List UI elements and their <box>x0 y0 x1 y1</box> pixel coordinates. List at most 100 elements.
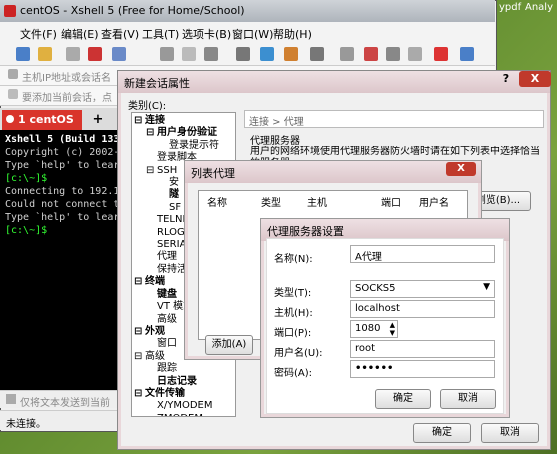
tree-item-label: 连接 <box>145 115 165 126</box>
column-header[interactable]: 用户名 <box>419 194 449 209</box>
terminal-line: Could not connect to <box>5 199 118 210</box>
username-field[interactable]: root <box>350 340 495 358</box>
tree-item-label: 用户身份验证 <box>157 127 217 139</box>
port-stepper[interactable]: 1080 ▲ ▼ <box>350 320 398 338</box>
proxy-ok-button[interactable]: 确定 <box>375 389 431 409</box>
close-button[interactable]: X <box>519 71 551 87</box>
xshell-titlebar[interactable]: centOS - Xshell 5 (Free for Home/School) <box>0 0 495 22</box>
bookmark-icon <box>8 89 18 99</box>
tree-item[interactable]: ⊟ 用户身份验证 <box>134 127 233 139</box>
list-close-button[interactable]: X <box>446 162 476 176</box>
paste-icon[interactable] <box>182 47 196 61</box>
password-field[interactable]: •••••• <box>350 360 495 378</box>
tree-item-label: 代理 <box>157 251 177 263</box>
host-label: 主机(H): <box>274 308 313 319</box>
tree-item[interactable]: 登录提示符 <box>134 140 233 152</box>
open-folder-icon[interactable] <box>38 47 52 61</box>
new-session-icon[interactable] <box>16 47 30 61</box>
list-dialog-title: 列表代理 <box>191 167 235 180</box>
tree-toggle-icon[interactable]: ⊟ <box>146 165 157 177</box>
tree-toggle-icon[interactable]: ⊟ <box>134 326 145 338</box>
print-icon[interactable] <box>236 47 250 61</box>
properties-icon[interactable] <box>112 47 126 61</box>
tree-item[interactable]: ZMODEM <box>134 413 233 416</box>
desktop-label: Analy <box>525 2 554 13</box>
menu-file[interactable]: 文件(F) <box>20 26 57 42</box>
tree-item-label: 高级 <box>157 313 177 325</box>
section-title: 代理服务器 <box>250 136 300 147</box>
tree-toggle-icon[interactable]: ⊟ <box>146 127 157 139</box>
tree-item[interactable]: 跟踪 <box>134 363 233 375</box>
globe-icon[interactable] <box>260 47 274 61</box>
layout-icon[interactable] <box>408 47 422 61</box>
toolbar <box>0 42 495 66</box>
compose-bar[interactable]: 仅将文本发送到当前选 <box>0 390 118 424</box>
menu-tabs[interactable]: 选项卡(B) <box>182 26 231 42</box>
menu-view[interactable]: 查看(V) <box>101 26 139 42</box>
port-value: 1080 <box>355 323 381 334</box>
chevron-down-icon: ▼ <box>483 282 490 292</box>
tree-item-label: 日志记录 <box>157 375 197 387</box>
menu-help[interactable]: 帮助(H) <box>273 26 312 42</box>
tree-item[interactable]: X/YMODEM <box>134 400 233 412</box>
tree-toggle-icon[interactable]: ⊟ <box>134 351 145 363</box>
type-label: 类型(T): <box>274 288 312 299</box>
column-header[interactable]: 名称 <box>207 194 227 209</box>
tree-item-label: 终端 <box>145 276 165 288</box>
copy-icon[interactable] <box>160 47 174 61</box>
tree-toggle-icon[interactable]: ⊟ <box>134 388 145 400</box>
terminal-line: Connecting to 192.16 <box>5 186 118 197</box>
tree-toggle-icon[interactable]: ⊟ <box>134 115 145 127</box>
lock-icon[interactable] <box>364 47 378 61</box>
breadcrumb: 连接 > 代理 <box>244 110 544 128</box>
column-header[interactable]: 端口 <box>381 194 401 209</box>
menu-bar: 文件(F) 编辑(E) 查看(V) 工具(T) 选项卡(B) 窗口(W) 帮助(… <box>0 22 495 42</box>
list-dialog-titlebar[interactable]: 列表代理 <box>185 161 481 183</box>
terminal[interactable]: Xshell 5 (Build 1339 Copyright (c) 2002-2… <box>0 130 118 390</box>
port-label: 端口(P): <box>274 328 312 339</box>
add-tab-button[interactable]: + <box>86 110 110 130</box>
column-header[interactable]: 主机 <box>307 194 327 209</box>
add-button[interactable]: 添加(A) <box>205 335 253 355</box>
tree-item-label: SF <box>169 201 182 213</box>
cancel-button[interactable]: 取消 <box>481 423 539 443</box>
font-icon[interactable] <box>310 47 324 61</box>
proxy-cancel-button[interactable]: 取消 <box>440 389 496 409</box>
disconnect-icon[interactable] <box>66 47 80 61</box>
column-header[interactable]: 类型 <box>261 194 281 209</box>
menu-edit[interactable]: 编辑(E) <box>61 26 99 42</box>
find-icon[interactable] <box>204 47 218 61</box>
tab-centos[interactable]: 1 centOS <box>2 110 82 130</box>
desktop-label: ypdf <box>499 2 522 13</box>
name-label: 名称(N): <box>274 254 313 265</box>
name-field[interactable]: A代理 <box>350 245 495 263</box>
menu-tools[interactable]: 工具(T) <box>142 26 179 42</box>
tree-item-label: ZMODEM <box>157 413 203 416</box>
transfer-icon[interactable] <box>434 47 448 61</box>
help-icon[interactable] <box>460 47 474 61</box>
menu-window[interactable]: 窗口(W) <box>232 26 273 42</box>
host-field[interactable]: localhost <box>350 300 495 318</box>
reconnect-icon[interactable] <box>88 47 102 61</box>
tree-item-label: 跟踪 <box>157 363 177 375</box>
password-label: 密码(A): <box>274 368 313 379</box>
address-icon <box>8 69 18 79</box>
tree-item[interactable]: ⊟ 文件传输 <box>134 388 233 400</box>
status-text: 未连接。 <box>6 419 46 430</box>
tree-item-label: 保持活 <box>157 263 187 275</box>
color-scheme-icon[interactable] <box>284 47 298 61</box>
tree-item[interactable]: 日志记录 <box>134 376 233 388</box>
tree-item[interactable]: ⊟ 连接 <box>134 115 233 127</box>
dialog-titlebar[interactable]: 新建会话属性 <box>118 71 550 93</box>
type-select[interactable]: SOCKS5 ▼ <box>350 280 495 298</box>
keyboard-icon[interactable] <box>386 47 400 61</box>
compose-icon <box>6 394 16 404</box>
spinner-icon[interactable]: ▲ ▼ <box>390 321 395 337</box>
tree-toggle-icon[interactable]: ⊟ <box>134 276 145 288</box>
fullscreen-icon[interactable] <box>340 47 354 61</box>
help-button[interactable]: ? <box>495 71 517 87</box>
tree-item-label: 键盘 <box>157 288 177 300</box>
tree-item-label: SSH <box>157 164 178 176</box>
session-hint: 要添加当前会话，点 <box>22 93 112 104</box>
ok-button[interactable]: 确定 <box>413 423 471 443</box>
